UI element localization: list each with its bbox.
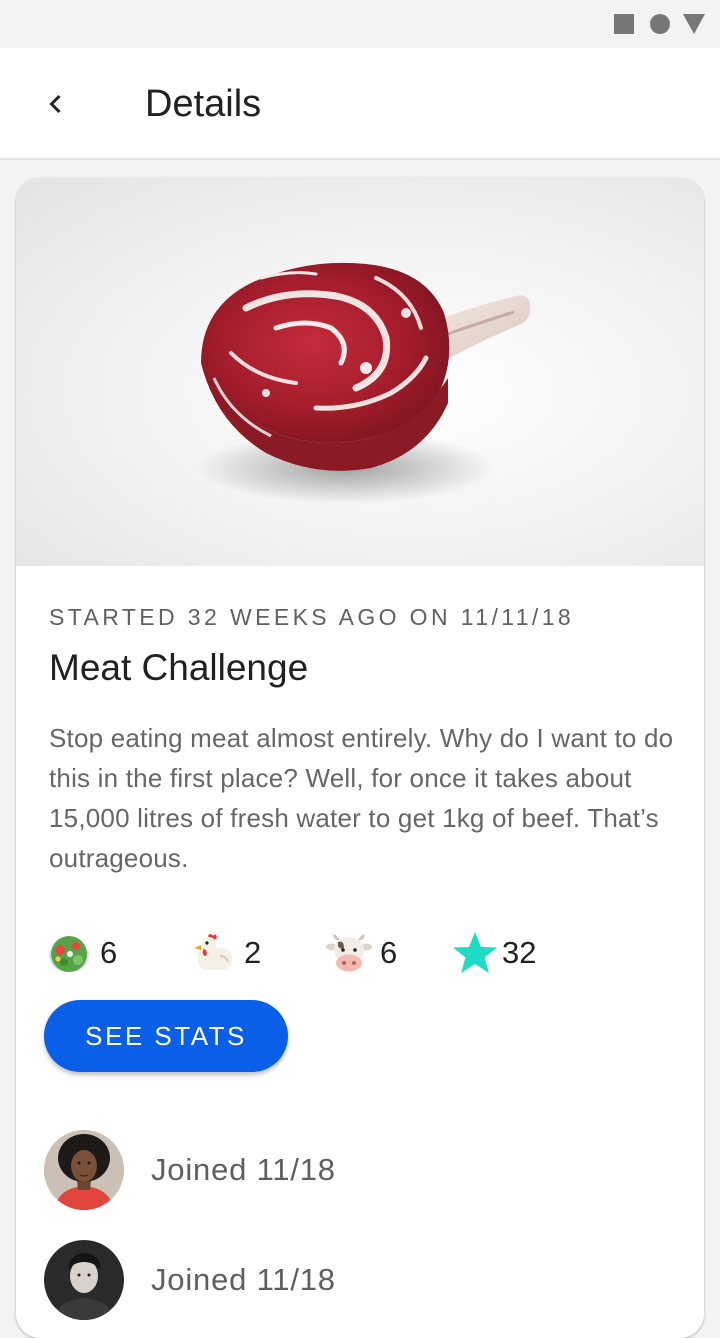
member-row[interactable]: Joined 11/18	[44, 1130, 664, 1210]
app-bar: Details	[0, 48, 720, 160]
content-area: STARTED 32 WEEKS AGO ON 11/11/18 Meat Ch…	[0, 160, 720, 1338]
see-stats-button[interactable]: SEE STATS	[44, 1000, 288, 1072]
status-bar	[0, 0, 720, 48]
circle-icon	[650, 14, 670, 34]
page-title: Details	[145, 83, 262, 125]
joined-date: Joined 11/18	[151, 1152, 336, 1187]
square-icon	[614, 14, 634, 34]
started-date: STARTED 32 WEEKS AGO ON 11/11/18	[49, 604, 575, 630]
member-row[interactable]: Joined 11/18	[44, 1240, 664, 1320]
chicken-count: 2	[244, 935, 262, 970]
challenge-description: Stop eating meat almost entirely. Why do…	[49, 723, 674, 873]
back-button[interactable]	[28, 76, 84, 132]
cow-count: 6	[380, 935, 398, 970]
joined-date: Joined 11/18	[151, 1262, 336, 1297]
challenge-title: Meat Challenge	[49, 647, 309, 688]
cow-icon	[326, 934, 372, 972]
salad-count: 6	[100, 935, 118, 970]
stat-cow: 6	[326, 930, 397, 976]
star-icon	[453, 932, 497, 973]
stats-row: 6 2 6 32	[46, 930, 686, 976]
stat-salad: 6	[46, 930, 117, 976]
chevron-left-icon	[49, 94, 61, 114]
challenge-image	[16, 178, 704, 566]
avatar	[44, 1240, 124, 1320]
chicken-icon	[194, 934, 233, 970]
salad-icon	[49, 936, 89, 972]
challenge-card: STARTED 32 WEEKS AGO ON 11/11/18 Meat Ch…	[16, 178, 704, 1338]
stat-star: 32	[452, 930, 536, 976]
stat-chicken: 2	[190, 930, 261, 976]
avatar	[44, 1130, 124, 1210]
triangle-icon	[683, 14, 705, 34]
star-count: 32	[502, 935, 537, 970]
